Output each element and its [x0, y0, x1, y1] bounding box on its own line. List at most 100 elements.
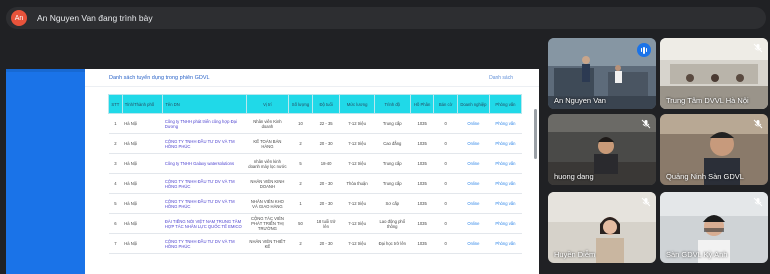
age-range: 22 - 35	[312, 113, 340, 134]
presenter-banner: An An Nguyen Van đang trình bày	[0, 0, 770, 36]
interview-link[interactable]: Phỏng vấn	[489, 133, 522, 154]
column-header: Tỉnh/Thành phố	[121, 94, 164, 114]
company-interview-mode[interactable]: Online	[457, 193, 490, 214]
applicants: 1035	[410, 153, 434, 174]
presenter-status-text: An Nguyen Van đang trình bày	[37, 13, 153, 23]
table-row: 2 Hà Nội CÔNG TY TNHH ĐẦU TƯ DV VÀ TM HỒNG…	[108, 133, 522, 154]
education: Sơ cấp	[374, 193, 411, 214]
interview-link[interactable]: Phỏng vấn	[489, 233, 522, 254]
education: Trung cấp	[374, 153, 411, 174]
interview-link[interactable]: Phỏng vấn	[489, 113, 522, 134]
salary: 7-12 triệu	[339, 193, 375, 214]
applicants: 1035	[410, 193, 434, 214]
table-row: 3 Hà Nội Công ty TNHH Galaxy watersolution…	[108, 153, 522, 174]
mic-off-icon	[641, 119, 651, 129]
salary: 7-12 triệu	[339, 213, 375, 234]
table-header-row: STT Tỉnh/Thành phố Tên DN Vị trí Số lượn…	[108, 94, 523, 114]
salary: 7-12 triệu	[339, 233, 375, 254]
company-name[interactable]: CÔNG TY TNHH ĐẦU TƯ DV VÀ TM HỒNG PHÚC	[162, 133, 247, 154]
age-range: 18 tuổi trở lên	[312, 213, 340, 234]
interview-link[interactable]: Phỏng vấn	[489, 193, 522, 214]
applicants: 1035	[410, 213, 434, 234]
participant-tile-an-nguyen-van[interactable]: An Nguyen Van	[548, 38, 656, 109]
quantity: 2	[288, 133, 313, 154]
interview-link[interactable]: Phỏng vấn	[489, 173, 522, 194]
education: Trung cấp	[374, 173, 411, 194]
company-name[interactable]: CÔNG TY TNHH ĐẦU TƯ DV VÀ TM HỒNG PHÚC	[162, 233, 247, 254]
company-name[interactable]: ĐÀI TIẾNG NÓI VIỆT NAM TRUNG TÂM HỢP TÁC…	[162, 213, 247, 234]
participant-tile-san-gdvl-ky-anh[interactable]: Sàn GDVL Kỳ Anh	[660, 192, 768, 263]
company-interview-mode[interactable]: Online	[457, 113, 490, 134]
province: Hà Nội	[122, 113, 163, 134]
quantity: 1	[288, 193, 313, 214]
position: KẾ TOÁN BÁN HÀNG	[246, 133, 289, 154]
position: nhân viên kinh doanh máy lọc nước	[246, 153, 289, 174]
interview-link[interactable]: Phỏng vấn	[489, 213, 522, 234]
recruitment-table: STT Tỉnh/Thành phố Tên DN Vị trí Số lượn…	[108, 94, 523, 254]
speaking-indicator-icon	[637, 43, 651, 57]
province: Hà Nội	[122, 153, 163, 174]
province: Hà Nội	[122, 233, 163, 254]
sold: 0	[433, 173, 458, 194]
company-name[interactable]: Công ty TNHH phát triển công hợp Đại Dươ…	[162, 113, 247, 134]
table-row: 6 Hà Nội ĐÀI TIẾNG NÓI VIỆT NAM TRUNG TÂM …	[108, 213, 522, 234]
education: Cao đẳng	[374, 133, 411, 154]
company-interview-mode[interactable]: Online	[457, 233, 490, 254]
age-range: 20 - 30	[312, 193, 340, 214]
salary: 7-12 triệu	[339, 153, 375, 174]
column-header: Bán cờ	[433, 94, 458, 114]
column-header: Hồ Phân	[409, 94, 435, 114]
participant-name: An Nguyen Van	[554, 96, 606, 105]
participant-tile-huyen-diem[interactable]: Huyền Diễm	[548, 192, 656, 263]
company-interview-mode[interactable]: Online	[457, 213, 490, 234]
participant-tile-huong-dang[interactable]: huong dang	[548, 114, 656, 185]
row-number: 6	[108, 213, 123, 234]
age-range: 20 - 30	[312, 233, 340, 254]
mic-off-icon	[641, 197, 651, 207]
quantity: 2	[288, 173, 313, 194]
document-header: Danh sách tuyển dụng trong phiên GDVL Da…	[85, 69, 539, 87]
row-number: 5	[108, 193, 123, 214]
applicants: 1035	[410, 233, 434, 254]
column-header: Mức lương	[339, 94, 375, 114]
education: Lao động phổ thông	[374, 213, 411, 234]
table-row: 7 Hà Nội CÔNG TY TNHH ĐẦU TƯ DV VÀ TM HỒNG…	[108, 233, 522, 254]
quantity: 50	[288, 213, 313, 234]
education: Đại học trở lên	[374, 233, 411, 254]
row-number: 4	[108, 173, 123, 194]
table-row: 1 Hà Nội Công ty TNHH phát triển công hợp …	[108, 113, 522, 134]
province: Hà Nội	[122, 193, 163, 214]
interview-link[interactable]: Phỏng vấn	[489, 153, 522, 174]
presenter-avatar: An	[11, 10, 27, 26]
province: Hà Nội	[122, 173, 163, 194]
company-name[interactable]: Công ty TNHH Galaxy watersolutions	[162, 153, 247, 174]
salary: 7-12 triệu	[339, 133, 375, 154]
document-scrollbar[interactable]	[534, 109, 537, 159]
age-range: 18-40	[312, 153, 340, 174]
participant-name: Trung Tâm DVVL Hà Nội	[666, 96, 749, 105]
company-interview-mode[interactable]: Online	[457, 153, 490, 174]
participant-tile-trung-tam-dvvl[interactable]: Trung Tâm DVVL Hà Nội	[660, 38, 768, 109]
age-range: 20 - 30	[312, 133, 340, 154]
sold: 0	[433, 213, 458, 234]
document-view-toggle[interactable]: Danh sách	[489, 75, 513, 81]
company-name[interactable]: CÔNG TY TNHH ĐẦU TƯ DV VÀ TM HỒNG PHÚC	[162, 173, 247, 194]
participant-name: Huyền Diễm	[554, 250, 596, 259]
row-number: 1	[108, 113, 123, 134]
presenter-pill[interactable]: An An Nguyen Van đang trình bày	[6, 7, 766, 29]
participant-tile-quang-ninh[interactable]: Quảng Ninh Sàn GDVL	[660, 114, 768, 185]
quantity: 5	[288, 153, 313, 174]
column-header: Độ tuổi	[311, 94, 341, 114]
sold: 0	[433, 113, 458, 134]
company-interview-mode[interactable]: Online	[457, 173, 490, 194]
province: Hà Nội	[122, 213, 163, 234]
quantity: 2	[288, 233, 313, 254]
sold: 0	[433, 193, 458, 214]
mic-off-icon	[753, 119, 763, 129]
company-interview-mode[interactable]: Online	[457, 133, 490, 154]
salary: 7-12 triệu	[339, 113, 375, 134]
company-name[interactable]: CÔNG TY TNHH ĐẦU TƯ DV VÀ TM HỒNG PHÚC	[162, 193, 247, 214]
position: Nhân viên Kinh doanh	[246, 113, 289, 134]
quantity: 10	[288, 113, 313, 134]
shared-screen: Danh sách tuyển dụng trong phiên GDVL Da…	[6, 69, 539, 274]
